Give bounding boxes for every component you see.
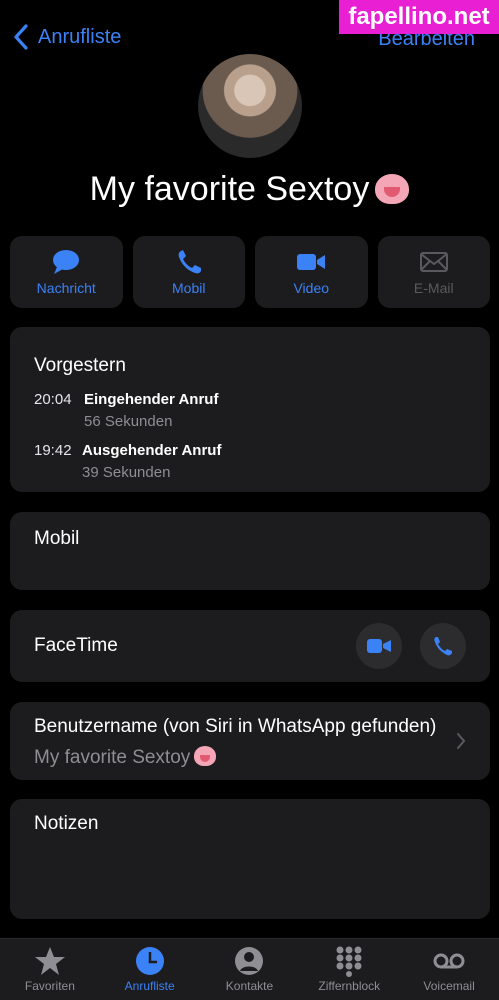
facetime-card: FaceTime	[10, 610, 490, 682]
keypad-icon	[336, 946, 362, 977]
tongue-emoji	[194, 746, 217, 766]
tongue-emoji	[375, 174, 410, 204]
clock-icon	[135, 947, 164, 975]
contact-avatar[interactable]	[198, 54, 302, 158]
call-row: 19:42 Ausgehender Anruf 39 Sekunden	[34, 442, 490, 481]
video-call-button[interactable]: Video	[255, 236, 368, 308]
back-button-label: Anrufliste	[38, 25, 122, 48]
username-label: Benutzername (von Siri in WhatsApp gefun…	[34, 716, 437, 737]
mobile-number-card[interactable]: Mobil	[10, 512, 490, 590]
mobile-label: Mobil	[34, 528, 80, 549]
call-time: 19:42	[34, 442, 72, 459]
star-icon	[34, 947, 65, 975]
call-mobile-button-label: Mobil	[172, 280, 206, 296]
contact-name-heading: My favorite Sextoy	[0, 170, 499, 209]
message-icon	[53, 250, 80, 274]
contact-name: My favorite Sextoy	[89, 170, 370, 208]
chevron-left-icon	[14, 24, 28, 50]
tab-voicemail[interactable]: Voicemail	[399, 939, 499, 1000]
chevron-right-icon	[457, 733, 466, 749]
call-type: Ausgehender Anruf	[82, 442, 222, 459]
tab-label: Ziffernblock	[318, 979, 381, 993]
back-button[interactable]: Anrufliste	[12, 24, 121, 50]
voicemail-icon	[433, 953, 465, 969]
whatsapp-username-card[interactable]: Benutzername (von Siri in WhatsApp gefun…	[10, 702, 490, 780]
tab-label: Kontakte	[225, 979, 274, 993]
video-call-button-label: Video	[293, 280, 330, 296]
phone-icon	[178, 250, 201, 274]
message-button-label: Nachricht	[36, 280, 96, 296]
call-duration: 56 Sekunden	[84, 413, 173, 430]
tab-recents[interactable]: Anrufliste	[100, 939, 200, 1000]
phone-icon	[434, 637, 452, 656]
username-value: My favorite Sextoy	[34, 747, 191, 768]
call-row: 20:04 Eingehender Anruf 56 Sekunden	[34, 391, 490, 430]
quick-actions: Nachricht Mobil Video E-Mail	[10, 236, 490, 308]
facetime-video-button[interactable]	[356, 623, 402, 669]
message-button[interactable]: Nachricht	[10, 236, 123, 308]
notes-card[interactable]: Notizen	[10, 799, 490, 919]
recent-calls-day: Vorgestern	[34, 355, 126, 376]
call-type: Eingehender Anruf	[84, 391, 219, 408]
call-mobile-button[interactable]: Mobil	[132, 236, 245, 308]
video-icon	[297, 254, 326, 270]
tab-bar: Favoriten Anrufliste Kontakte Ziffernblo…	[0, 938, 499, 1000]
facetime-audio-button[interactable]	[420, 623, 466, 669]
video-icon	[367, 639, 391, 653]
recent-calls-card: Vorgestern 20:04 Eingehender Anruf 56 Se…	[10, 327, 490, 492]
person-icon	[235, 947, 264, 975]
email-button[interactable]: E-Mail	[377, 236, 490, 308]
tab-contacts[interactable]: Kontakte	[200, 939, 300, 1000]
facetime-label: FaceTime	[34, 635, 118, 656]
navigation-bar: Anrufliste Bearbeiten fapellino.net	[0, 0, 499, 60]
tab-label: Anrufliste	[124, 979, 175, 993]
call-duration: 39 Sekunden	[82, 464, 171, 481]
watermark: fapellino.net	[339, 0, 499, 34]
tab-keypad[interactable]: Ziffernblock	[299, 939, 399, 1000]
tab-label: Voicemail	[423, 979, 475, 993]
call-time: 20:04	[34, 391, 72, 408]
tab-label: Favoriten	[24, 979, 75, 993]
email-button-label: E-Mail	[413, 280, 454, 296]
tab-favorites[interactable]: Favoriten	[0, 939, 100, 1000]
notes-label: Notizen	[34, 813, 99, 834]
mail-icon	[419, 252, 448, 272]
